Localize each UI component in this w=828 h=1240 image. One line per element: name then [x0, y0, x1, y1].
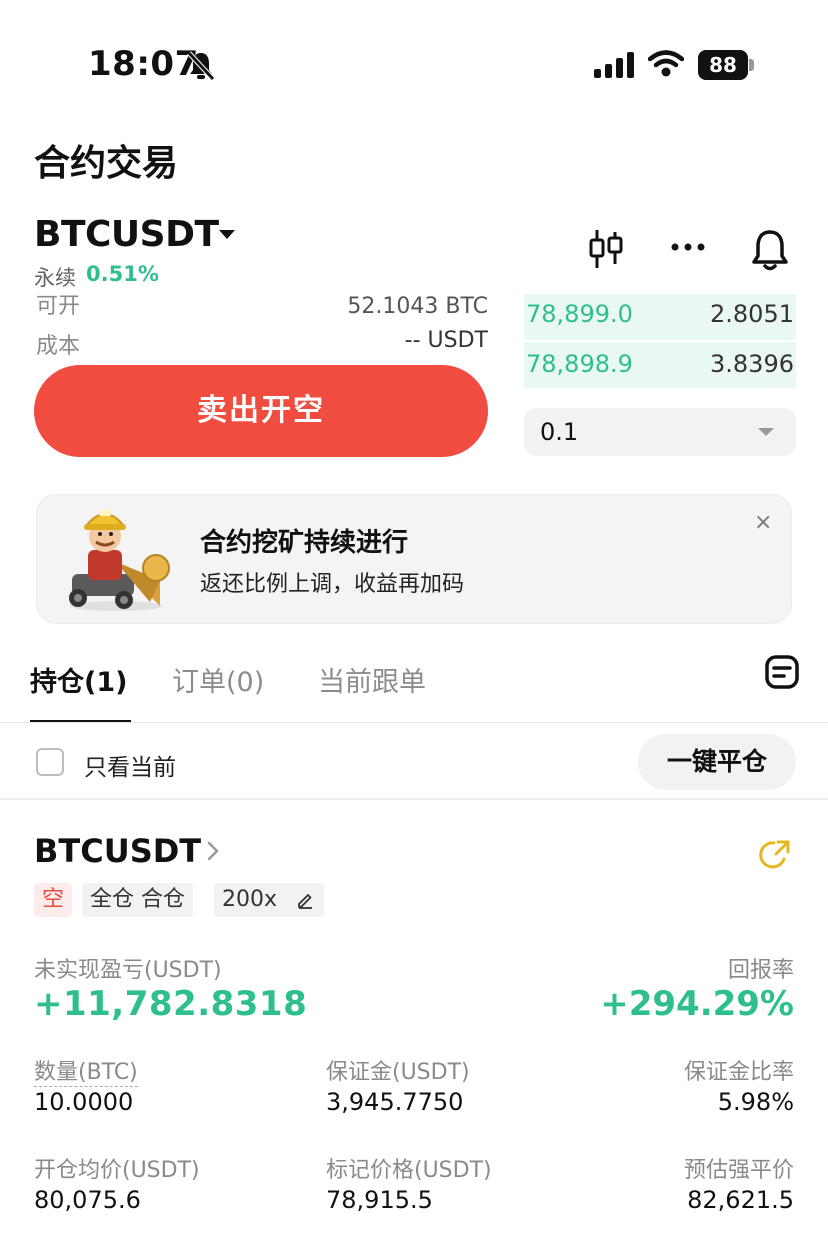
- battery-tip: [749, 59, 754, 71]
- document-icon[interactable]: [764, 654, 800, 690]
- available-value: 52.1043 BTC: [347, 294, 488, 316]
- position-symbol[interactable]: BTCUSDT: [34, 832, 201, 870]
- cost-label: 成本: [36, 334, 81, 359]
- quantity-label[interactable]: 数量(BTC): [34, 1054, 138, 1087]
- leverage-value: 200x: [222, 887, 278, 912]
- leverage-badge[interactable]: 200x: [214, 883, 324, 917]
- page-title: 合约交易: [34, 143, 179, 184]
- candlestick-icon[interactable]: [588, 228, 624, 270]
- dropdown-caret-icon: [758, 428, 774, 436]
- margin-label: 保证金(USDT): [326, 1060, 470, 1085]
- promo-subtitle: 返还比例上调，收益再加码: [200, 572, 465, 597]
- margin-value: 3,945.7750: [326, 1088, 464, 1116]
- order-book-price: 78,899.0: [526, 300, 633, 328]
- sell-open-short-button[interactable]: 卖出开空: [34, 365, 488, 457]
- price-change: 0.51%: [86, 262, 159, 286]
- entry-price-label: 开仓均价(USDT): [34, 1158, 200, 1183]
- signal-icon: [594, 52, 634, 78]
- cost-value: -- USDT: [404, 328, 488, 353]
- share-icon[interactable]: [758, 838, 792, 872]
- order-book-qty: 3.8396: [710, 350, 794, 378]
- margin-ratio-value: 5.98%: [717, 1088, 794, 1116]
- miner-mascot-image: [69, 510, 170, 611]
- tab-positions[interactable]: 持仓(1): [30, 660, 127, 699]
- battery-indicator: 88: [698, 50, 748, 80]
- section-divider: [0, 798, 828, 800]
- unrealized-pnl-value: +11,782.8318: [34, 984, 308, 1024]
- available-label: 可开: [36, 294, 81, 316]
- order-book-qty: 2.8051: [710, 300, 794, 328]
- liquidation-price-value: 82,621.5: [687, 1186, 794, 1214]
- more-icon[interactable]: [670, 240, 706, 254]
- mark-price-value: 78,915.5: [326, 1186, 433, 1214]
- quantity-value: 10.0000: [34, 1088, 134, 1116]
- tab-orders[interactable]: 订单(0): [172, 660, 264, 699]
- roe-value: +294.29%: [600, 984, 794, 1024]
- only-current-label[interactable]: 只看当前: [84, 748, 176, 782]
- promo-title: 合约挖矿持续进行: [200, 528, 409, 558]
- bell-off-icon: [187, 51, 215, 81]
- unrealized-pnl-label: 未实现盈亏(USDT): [34, 958, 222, 983]
- bell-icon[interactable]: [750, 228, 790, 272]
- tabs-divider: [0, 722, 828, 723]
- mark-price-label: 标记价格(USDT): [326, 1158, 492, 1183]
- wifi-icon: [648, 50, 684, 77]
- roe-label: 回报率: [727, 958, 794, 983]
- side-badge: 空: [34, 883, 73, 917]
- close-icon[interactable]: ×: [754, 510, 772, 535]
- precision-select-value: 0.1: [540, 418, 579, 446]
- liquidation-price-label: 预估强平价: [683, 1158, 794, 1183]
- order-book-price: 78,898.9: [526, 350, 633, 378]
- margin-ratio-label: 保证金比率: [683, 1060, 794, 1085]
- market-symbol[interactable]: BTCUSDT: [34, 214, 219, 255]
- edit-icon: [298, 894, 312, 909]
- close-all-button[interactable]: 一键平仓: [638, 734, 796, 790]
- status-time: 18:07: [88, 44, 199, 84]
- chevron-right-icon[interactable]: [206, 840, 220, 862]
- dropdown-caret-icon[interactable]: [219, 230, 235, 239]
- tab-copy-trading[interactable]: 当前跟单: [318, 660, 426, 699]
- contract-type: 永续: [34, 266, 76, 290]
- only-current-checkbox[interactable]: [36, 748, 64, 776]
- margin-mode-badge[interactable]: 全仓 合仓: [82, 883, 193, 917]
- entry-price-value: 80,075.6: [34, 1186, 141, 1214]
